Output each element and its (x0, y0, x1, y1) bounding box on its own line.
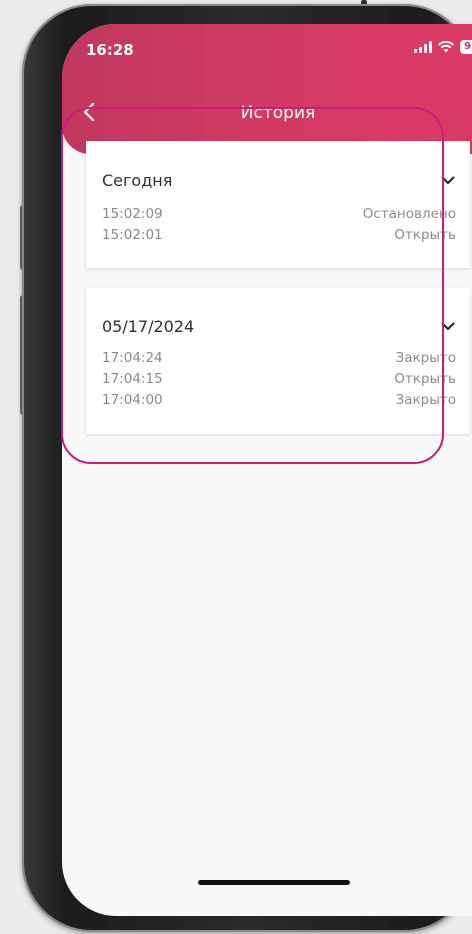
home-indicator[interactable] (198, 880, 350, 885)
event-time: 15:02:09 (102, 206, 163, 222)
chevron-down-icon[interactable] (440, 173, 456, 189)
group-date: Сегодня (102, 171, 173, 190)
phone-screen: 16:28 93 Истор (62, 24, 472, 916)
event-time: 15:02:01 (102, 227, 163, 243)
page-title: История (240, 103, 316, 123)
event-status: Открыть (394, 227, 456, 243)
history-row: 15:02:01 Открыть (102, 227, 456, 243)
event-status: Закрыто (395, 392, 456, 408)
group-header[interactable]: 05/17/2024 (102, 317, 456, 336)
event-status: Остановлено (362, 206, 456, 222)
status-time: 16:28 (86, 41, 134, 59)
wifi-icon (438, 41, 455, 53)
event-status: Открыть (394, 371, 456, 387)
chevron-down-icon[interactable] (440, 319, 456, 335)
history-row: 15:02:09 Остановлено (102, 206, 456, 222)
app-header: 16:28 93 Истор (62, 24, 472, 154)
status-icons: 93 (414, 40, 472, 54)
event-status: Закрыто (395, 350, 456, 366)
event-time: 17:04:24 (102, 350, 163, 366)
history-row: 17:04:15 Открыть (102, 371, 456, 387)
history-row: 17:04:24 Закрыто (102, 350, 456, 366)
history-group-date: 05/17/2024 17:04:24 Закрыто 17:04:15 Отк… (86, 288, 470, 434)
group-header[interactable]: Сегодня (102, 171, 456, 190)
history-group-today: Сегодня 15:02:09 Остановлено 15:02:01 От… (86, 141, 470, 268)
history-row: 17:04:00 Закрыто (102, 392, 456, 408)
phone-frame: 16:28 93 Истор (22, 4, 472, 932)
battery-icon: 93 (460, 40, 472, 54)
stage: 16:28 93 Истор (0, 0, 472, 934)
event-time: 17:04:00 (102, 392, 163, 408)
group-date: 05/17/2024 (102, 317, 195, 336)
signal-icon (414, 41, 433, 53)
event-time: 17:04:15 (102, 371, 163, 387)
